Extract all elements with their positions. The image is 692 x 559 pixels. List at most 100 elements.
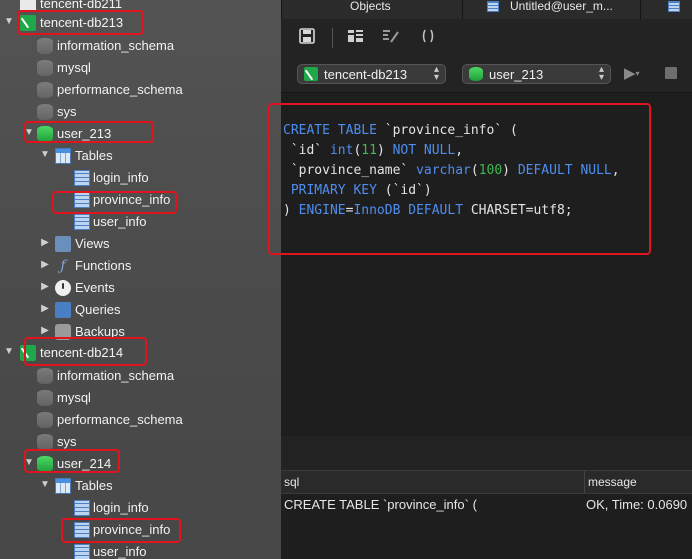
result-cell-message: OK, Time: 0.0690 [586, 497, 688, 512]
tree-table-user-info[interactable]: user_info [0, 541, 281, 559]
tables-label: Tables [75, 148, 113, 163]
table-label: login_info [93, 500, 149, 515]
select-arrows-icon: ▴ ▾ [598, 64, 604, 83]
connection-label: tencent-db213 [40, 15, 124, 30]
tab-overflow[interactable] [640, 0, 692, 19]
tree-backups-group[interactable]: ▶ Backups [0, 321, 281, 343]
tree-tables-group[interactable]: ▼ Tables [0, 145, 281, 167]
tree-connection-db214[interactable]: ▼ tencent-db214 [0, 342, 281, 364]
code-token: ) [376, 143, 393, 158]
database-label: user_213 [57, 126, 112, 141]
connection-icon [304, 67, 318, 81]
format-query-icon[interactable] [347, 28, 365, 46]
table-label: login_info [93, 170, 149, 185]
tree-tables-group[interactable]: ▼ Tables [0, 475, 281, 497]
disclosure-open-icon[interactable]: ▼ [4, 346, 14, 358]
tree-connection-db213[interactable]: ▼ tencent-db213 [0, 12, 281, 34]
views-label: Views [75, 236, 110, 251]
connection-sidebar[interactable]: tencent-db211 ▼ tencent-db213 informatio… [0, 0, 281, 559]
disclosure-closed-icon[interactable]: ▶ [40, 325, 50, 337]
toolbar-divider [332, 28, 333, 48]
code-token: `province_name` [283, 163, 417, 178]
code-line[interactable]: `id` int(11) NOT NULL, [283, 141, 463, 161]
tab-untitled-query[interactable]: Untitled@user_m... [462, 0, 640, 19]
code-token: ENGINE [298, 203, 346, 218]
function-icon: ƒ [60, 258, 66, 274]
code-token: NOT NULL [392, 143, 456, 158]
column-header-sql[interactable]: sql [284, 475, 299, 489]
connection-label: tencent-db211 [40, 0, 123, 11]
connection-select[interactable]: tencent-db213 ▴ ▾ [297, 64, 446, 84]
queries-icon [55, 302, 71, 318]
tree-db-user-214[interactable]: ▼ user_214 [0, 453, 281, 475]
code-snippet-icon[interactable] [419, 28, 437, 46]
code-line[interactable]: CREATE TABLE `province_info` ( [283, 121, 518, 141]
code-line[interactable]: `province_name` varchar(100) DEFAULT NUL… [283, 161, 620, 181]
tree-views-group[interactable]: ▶ Views [0, 233, 281, 255]
tree-queries-group[interactable]: ▶ Queries [0, 299, 281, 321]
code-token: ( [470, 163, 479, 178]
table-icon [74, 192, 90, 208]
code-token: 11 [361, 143, 377, 158]
database-label: information_schema [57, 38, 175, 53]
tree-table-login-info[interactable]: login_info [0, 497, 281, 519]
database-select-value: user_213 [489, 67, 544, 82]
database-label: performance_schema [57, 412, 183, 427]
database-icon [37, 38, 53, 54]
stop-icon[interactable] [665, 67, 677, 79]
tree-db-mysql[interactable]: mysql [0, 57, 281, 79]
backup-icon [55, 324, 71, 340]
tab-objects[interactable]: Objects [281, 0, 462, 19]
disclosure-open-icon[interactable]: ▼ [4, 16, 14, 28]
tree-db-information-schema[interactable]: information_schema [0, 35, 281, 57]
database-icon [37, 368, 53, 384]
beautify-sql-icon[interactable] [382, 28, 400, 46]
tree-db-information-schema[interactable]: information_schema [0, 365, 281, 387]
connection-icon [20, 345, 36, 361]
disclosure-open-icon[interactable]: ▼ [24, 457, 34, 469]
sql-editor[interactable]: CREATE TABLE `province_info` ( `id` int(… [268, 93, 692, 436]
events-label: Events [75, 280, 115, 295]
views-icon [55, 236, 71, 252]
code-line[interactable]: PRIMARY KEY (`id`) [283, 181, 432, 201]
code-token: InnoDB DEFAULT [353, 203, 464, 218]
database-label: sys [57, 104, 77, 119]
column-header-message[interactable]: message [588, 475, 637, 489]
tree-table-login-info[interactable]: login_info [0, 167, 281, 189]
code-token: CREATE TABLE [283, 123, 377, 138]
table-row[interactable]: CREATE TABLE `province_info` ( OK, Time:… [281, 493, 692, 517]
tree-db-performance-schema[interactable]: performance_schema [0, 409, 281, 431]
database-icon [37, 82, 53, 98]
disclosure-open-icon[interactable]: ▼ [40, 149, 50, 161]
tree-db-sys[interactable]: sys [0, 101, 281, 123]
tree-table-province-info[interactable]: province_info [0, 189, 281, 211]
disclosure-open-icon[interactable]: ▼ [24, 127, 34, 139]
database-icon [37, 390, 53, 406]
functions-label: Functions [75, 258, 132, 273]
disclosure-closed-icon[interactable]: ▶ [40, 281, 50, 293]
tables-label: Tables [75, 478, 113, 493]
table-icon [487, 1, 499, 12]
tab-bar: Objects Untitled@user_m... [281, 0, 692, 20]
code-token: PRIMARY KEY [283, 183, 377, 198]
tree-table-province-info[interactable]: province_info [0, 519, 281, 541]
tree-db-mysql[interactable]: mysql [0, 387, 281, 409]
tree-db-sys[interactable]: sys [0, 431, 281, 453]
database-select[interactable]: user_213 ▴ ▾ [462, 64, 611, 84]
tree-events-group[interactable]: ▶ Events [0, 277, 281, 299]
database-label: mysql [57, 390, 91, 405]
column-divider[interactable] [584, 471, 585, 493]
tree-db-performance-schema[interactable]: performance_schema [0, 79, 281, 101]
table-icon [74, 500, 90, 516]
disclosure-closed-icon[interactable]: ▶ [40, 237, 50, 249]
code-line[interactable]: ) ENGINE=InnoDB DEFAULT CHARSET=utf8; [283, 201, 573, 221]
disclosure-closed-icon[interactable]: ▶ [40, 303, 50, 315]
run-icon[interactable]: ▶▾ [624, 65, 644, 83]
disclosure-open-icon[interactable]: ▼ [40, 479, 50, 491]
tree-functions-group[interactable]: ▶ ƒ Functions [0, 255, 281, 277]
tree-table-user-info[interactable]: user_info [0, 211, 281, 233]
tree-db-user-213[interactable]: ▼ user_213 [0, 123, 281, 145]
disclosure-closed-icon[interactable]: ▶ [40, 259, 50, 271]
save-icon[interactable] [298, 28, 316, 46]
connection-icon [20, 0, 36, 12]
